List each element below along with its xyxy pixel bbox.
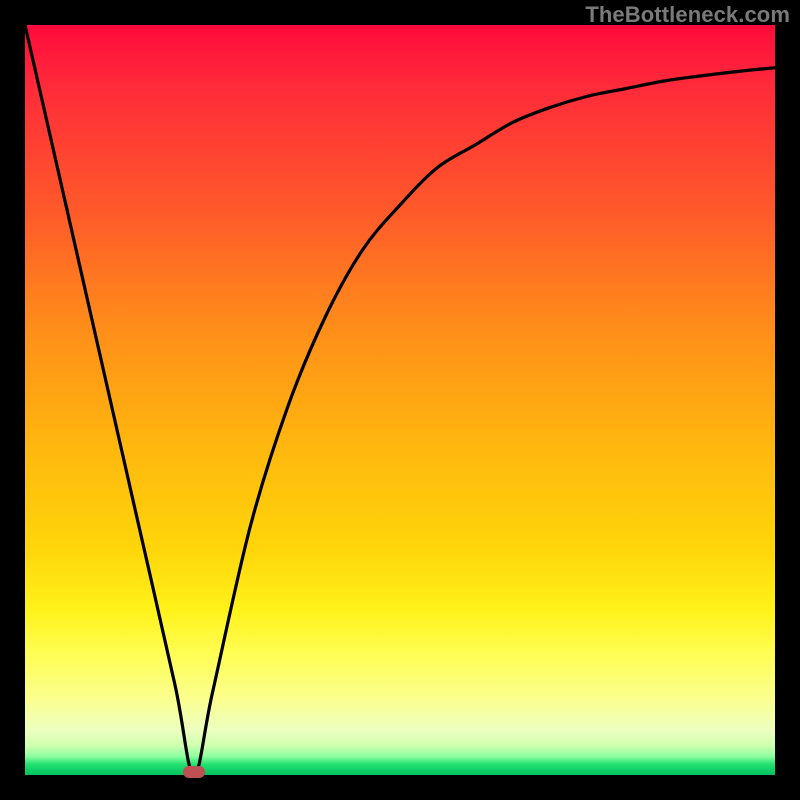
watermark-text: TheBottleneck.com xyxy=(585,2,790,28)
optimal-point-marker xyxy=(183,766,205,778)
chart-container: TheBottleneck.com xyxy=(0,0,800,800)
curve-svg xyxy=(25,25,775,775)
plot-area xyxy=(25,25,775,775)
bottleneck-curve xyxy=(25,25,775,775)
